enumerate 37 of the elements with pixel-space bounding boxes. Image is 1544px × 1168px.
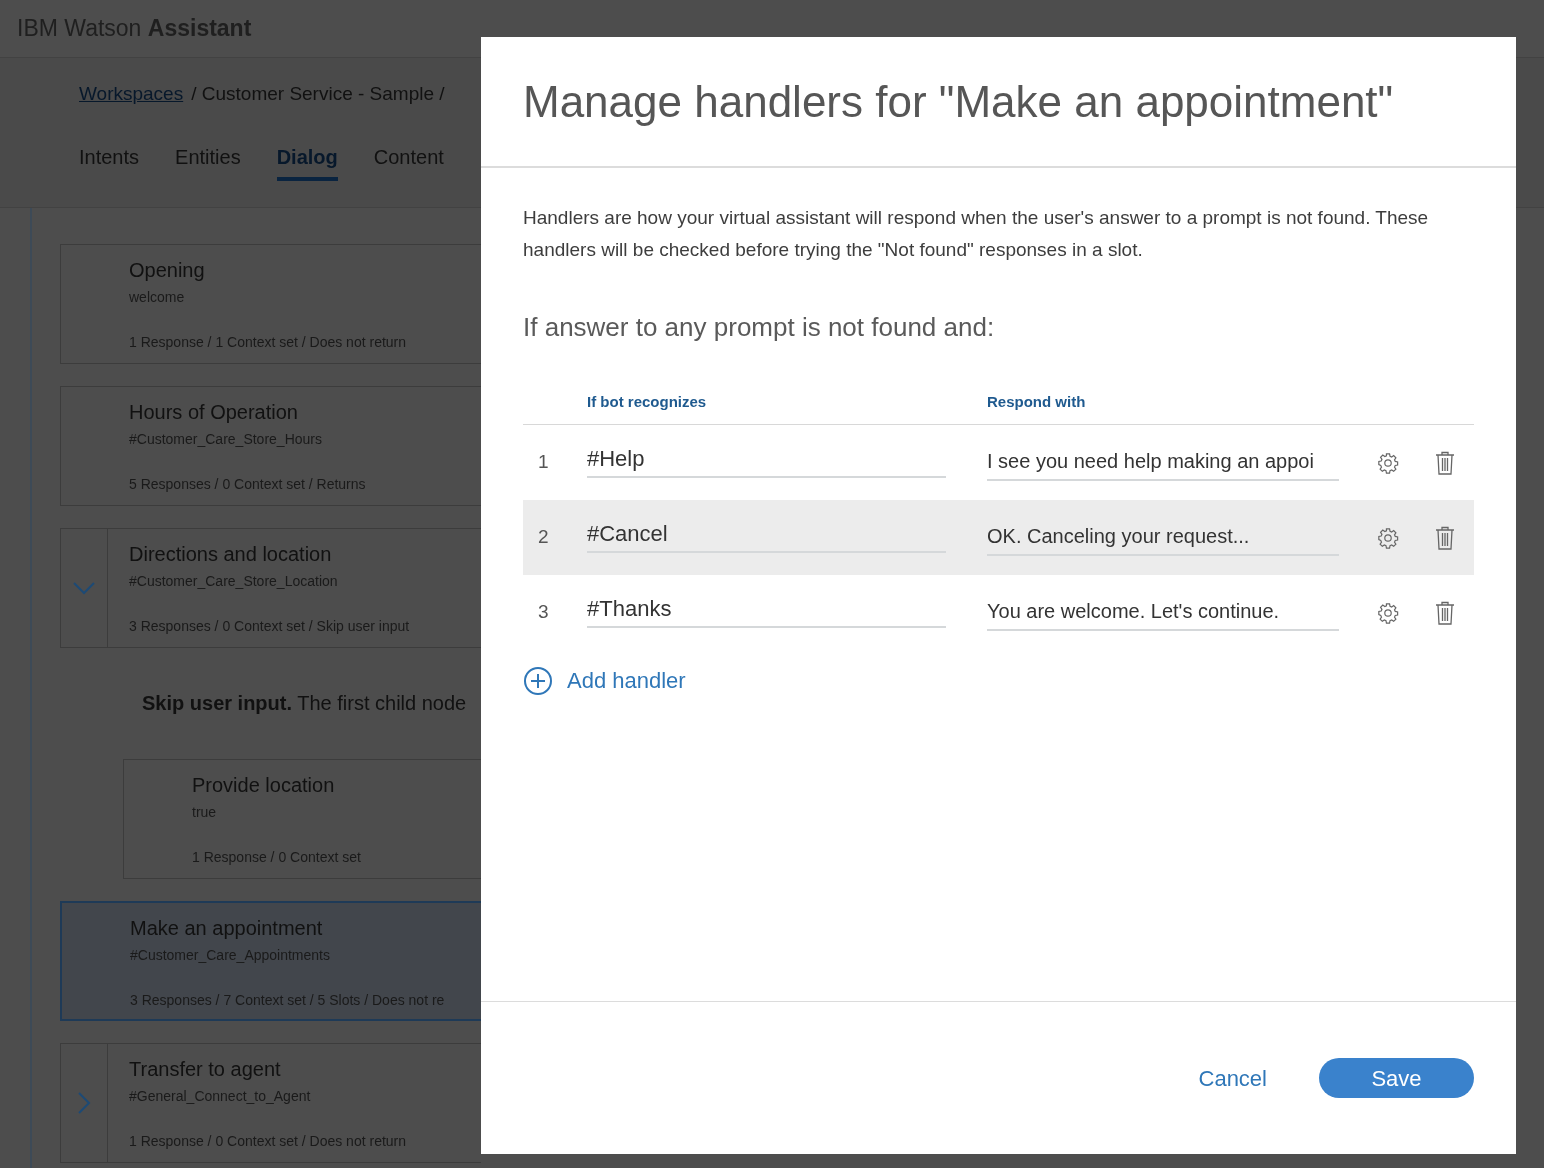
delete-icon[interactable] (1435, 450, 1455, 475)
tab[interactable]: Content (373, 137, 444, 181)
dialog-title: Manage handlers for "Make an appointment" (523, 75, 1394, 128)
node-title: Directions and location (129, 542, 333, 567)
breadcrumb-link[interactable]: Workspaces (79, 79, 184, 109)
settings-icon[interactable] (1377, 451, 1399, 474)
row-number: 2 (537, 525, 550, 550)
delete-icon[interactable] (1435, 525, 1455, 550)
response-field[interactable]: You are welcome. Let's continue. (987, 594, 1339, 631)
tab[interactable]: Entities (175, 137, 241, 181)
node-title: Transfer to agent (129, 1057, 282, 1082)
note-text: Skip user input. The first child node (142, 691, 468, 716)
intent-field[interactable]: #Thanks (587, 591, 946, 628)
intent-field[interactable]: #Cancel (587, 516, 946, 553)
settings-icon[interactable] (1377, 526, 1399, 549)
add-handler-button[interactable]: Add handler (523, 664, 686, 697)
delete-icon[interactable] (1435, 600, 1455, 625)
save-button[interactable]: Save (1319, 1058, 1474, 1098)
column-header: Respond with (987, 392, 1086, 412)
node-title: Opening (129, 258, 206, 283)
intent-field[interactable]: #Help (587, 441, 946, 478)
node-title: Hours of Operation (129, 400, 299, 425)
tab[interactable]: Dialog (276, 137, 338, 181)
description: Handlers are how your virtual assistant will respond when the user's answer to a prompt is not found. These handlers will be checked before trying the "Not found" responses in a slot. (523, 206, 1430, 262)
column-header: If bot recognizes (587, 392, 708, 412)
breadcrumb-text: / Customer Service - Sample / (191, 81, 445, 106)
response-field[interactable]: OK. Canceling your request... (987, 519, 1339, 556)
section-heading: If answer to any prompt is not found and: (523, 311, 996, 344)
response-field[interactable]: I see you need help making an appoi (987, 444, 1339, 481)
tab[interactable]: Intents (79, 137, 140, 181)
settings-icon[interactable] (1377, 601, 1399, 624)
plus-circle-icon (523, 665, 553, 696)
node-title: Make an appointment (130, 916, 324, 941)
row-number: 3 (537, 600, 550, 625)
node-title: Provide location (192, 773, 336, 798)
row-number: 1 (537, 450, 550, 475)
cancel-button[interactable]: Cancel (1198, 1061, 1267, 1095)
